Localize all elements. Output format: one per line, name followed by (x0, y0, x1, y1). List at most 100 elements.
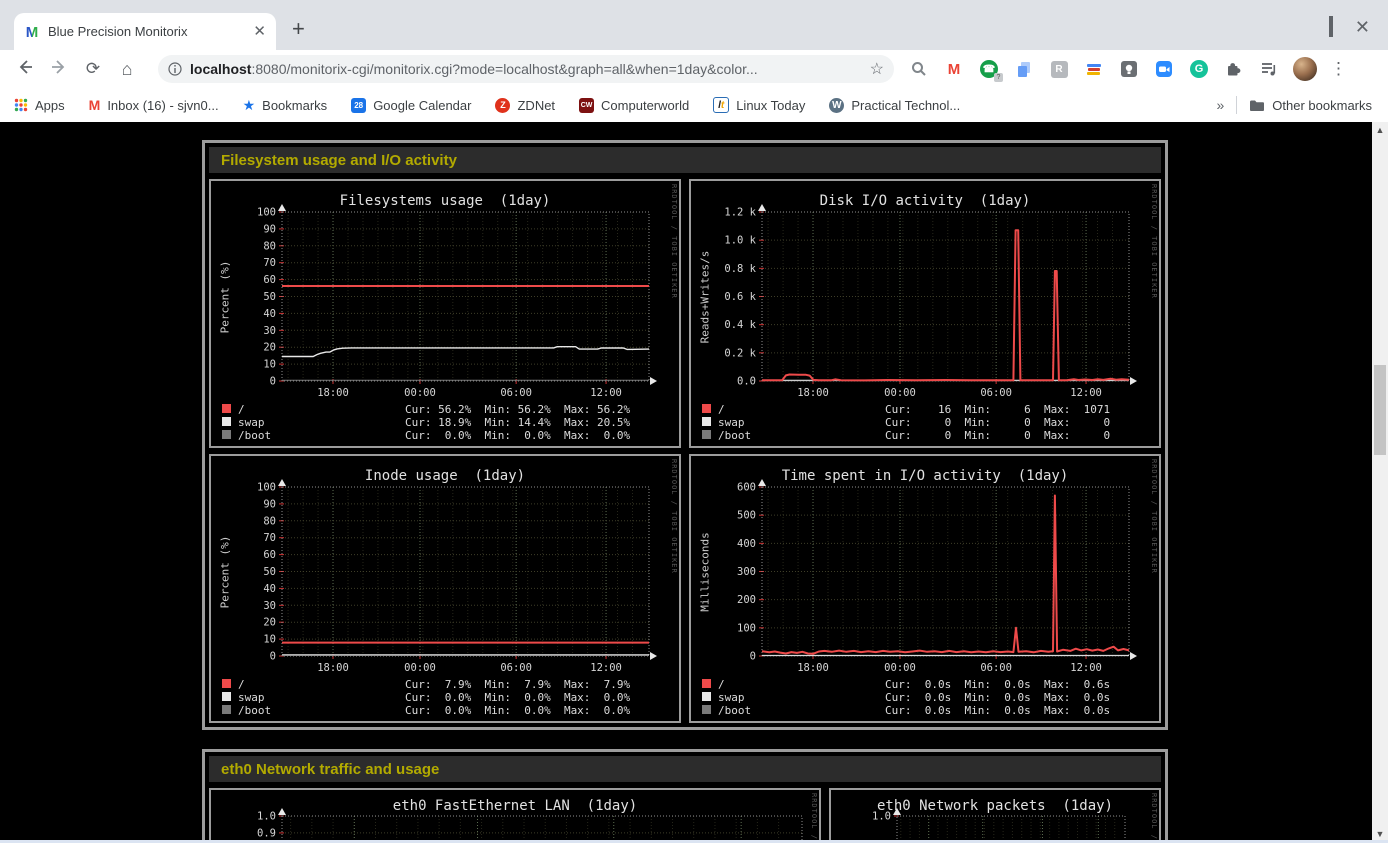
svg-text:300: 300 (737, 566, 756, 578)
r-extension-icon[interactable]: R (1048, 58, 1070, 80)
legend-stats: Cur: 56.2% Min: 56.2% Max: 56.2% (405, 403, 630, 416)
bookmark-inbox[interactable]: M Inbox (16) - sjvn0... (89, 97, 219, 113)
address-bar[interactable]: localhost:8080/monitorix-cgi/monitorix.c… (158, 55, 894, 83)
playlist-extension-icon[interactable] (1258, 58, 1280, 80)
tab-close-icon[interactable]: ✕ (253, 24, 266, 39)
lamp-extension-icon[interactable] (1118, 58, 1140, 80)
legend-swatch (222, 417, 231, 426)
svg-text:400: 400 (737, 538, 756, 550)
legend-stats: Cur: 0 Min: 0 Max: 0 (885, 429, 1110, 442)
svg-text:18:00: 18:00 (317, 387, 349, 399)
svg-text:06:00: 06:00 (980, 662, 1012, 674)
wordpress-icon: W (829, 98, 844, 113)
chart-title: eth0 FastEthernet LAN (1day) (211, 798, 819, 814)
chart-title: Disk I/O activity (1day) (691, 193, 1159, 209)
svg-text:0.8 k: 0.8 k (724, 263, 756, 275)
books-extension-icon[interactable] (1083, 58, 1105, 80)
bookmark-practical-technology[interactable]: W Practical Technol... (829, 98, 960, 113)
puzzle-extensions-icon[interactable] (1223, 58, 1245, 80)
legend-swatch (222, 679, 231, 688)
legend-label: swap (718, 416, 745, 429)
svg-text:00:00: 00:00 (404, 387, 436, 399)
chart-title: Inode usage (1day) (211, 468, 679, 484)
page-scrollbar[interactable]: ▲ ▼ (1372, 122, 1388, 843)
bookmark-bookmarks[interactable]: ★ Bookmarks (243, 97, 328, 114)
section-filesystem: Filesystem usage and I/O activity 18:00 0… (202, 140, 1168, 730)
legend-swatch (222, 705, 231, 714)
svg-text:18:00: 18:00 (317, 662, 349, 674)
svg-text:50: 50 (263, 291, 276, 303)
scroll-up-icon[interactable]: ▲ (1372, 125, 1388, 135)
copy-pages-extension-icon[interactable] (1013, 58, 1035, 80)
extensions-area: M ☎ ? R G ⋮ (908, 57, 1347, 81)
apps-grid-icon (14, 98, 28, 112)
legend-stats: Cur: 0.0s Min: 0.0s Max: 0.0s (885, 704, 1110, 717)
svg-text:70: 70 (263, 257, 276, 269)
bookmark-apps[interactable]: Apps (14, 98, 65, 113)
chart-y-axis-label: Percent (%) (219, 535, 232, 608)
new-tab-button[interactable]: + (292, 18, 305, 40)
svg-text:60: 60 (263, 274, 276, 286)
bookmark-google-calendar[interactable]: 28 Google Calendar (351, 98, 471, 113)
other-bookmarks[interactable]: Other bookmarks (1249, 98, 1372, 113)
bookmark-star-icon[interactable]: ☆ (870, 59, 884, 79)
legend-row: /Cur: 7.9% Min: 7.9% Max: 7.9% (211, 678, 679, 690)
browser-tab[interactable]: M Blue Precision Monitorix ✕ (14, 13, 276, 50)
svg-text:0: 0 (750, 651, 756, 663)
legend-row: /bootCur: 0.0s Min: 0.0s Max: 0.0s (691, 704, 1159, 716)
legend-stats: Cur: 0.0% Min: 0.0% Max: 0.0% (405, 691, 630, 704)
svg-text:0.2 k: 0.2 k (724, 347, 756, 359)
scroll-down-icon[interactable]: ▼ (1372, 829, 1388, 839)
bookmarks-overflow-chevron[interactable]: » (1217, 97, 1225, 113)
page-info-icon[interactable] (168, 62, 182, 76)
back-icon[interactable] (8, 58, 42, 81)
grammarly-extension-icon[interactable]: G (1188, 58, 1210, 80)
section-header: eth0 Network traffic and usage (209, 756, 1161, 782)
forward-icon[interactable] (42, 58, 76, 81)
svg-text:500: 500 (737, 510, 756, 522)
phone-extension-icon[interactable]: ☎ ? (978, 58, 1000, 80)
legend-swatch (222, 404, 231, 413)
section-title: eth0 Network traffic and usage (221, 761, 439, 778)
section-title: Filesystem usage and I/O activity (221, 152, 457, 169)
svg-text:50: 50 (263, 566, 276, 578)
svg-text:12:00: 12:00 (1070, 387, 1102, 399)
legend-swatch (702, 692, 711, 701)
legend-row: /bootCur: 0.0% Min: 0.0% Max: 0.0% (211, 429, 679, 441)
legend-swatch (702, 404, 711, 413)
legend-row: swapCur: 18.9% Min: 14.4% Max: 20.5% (211, 416, 679, 428)
home-icon[interactable]: ⌂ (110, 59, 144, 80)
legend-label: /boot (238, 429, 271, 442)
svg-text:0: 0 (270, 376, 276, 388)
chart-inode-usage: 18:0000:0006:0012:0001020304050607080901… (209, 454, 681, 723)
chrome-menu-icon[interactable]: ⋮ (1330, 59, 1347, 79)
chart-y-axis-label: Milliseconds (699, 532, 712, 611)
rrdtool-credit: RRDTOOL / TOBI OETIKER (1150, 184, 1158, 299)
search-extension-icon[interactable] (908, 58, 930, 80)
rrdtool-credit: RRDTOOL / TOBI OETIKER (670, 459, 678, 574)
bookmark-zdnet[interactable]: Z ZDNet (495, 98, 555, 113)
chart-title: Filesystems usage (1day) (211, 193, 679, 209)
bookmark-linux-today[interactable]: lt Linux Today (713, 97, 805, 113)
chart-y-axis-label: Reads+Writes/s (699, 250, 712, 343)
tab-title: Blue Precision Monitorix (48, 24, 247, 39)
svg-text:10: 10 (263, 359, 276, 371)
svg-text:100: 100 (737, 622, 756, 634)
svg-text:90: 90 (263, 498, 276, 510)
legend-row: /Cur: 56.2% Min: 56.2% Max: 56.2% (211, 403, 679, 415)
reload-icon[interactable]: ⟳ (76, 59, 110, 79)
svg-text:06:00: 06:00 (500, 387, 532, 399)
gmail-extension-icon[interactable]: M (943, 58, 965, 80)
video-camera-extension-icon[interactable] (1153, 58, 1175, 80)
url-text[interactable]: localhost:8080/monitorix-cgi/monitorix.c… (190, 61, 870, 77)
svg-text:30: 30 (263, 325, 276, 337)
svg-text:0: 0 (270, 651, 276, 663)
rrdtool-credit: RRDTOOL / TOBI OETIKER (670, 184, 678, 299)
profile-avatar[interactable] (1293, 57, 1317, 81)
close-button[interactable]: ✕ (1355, 20, 1370, 34)
maximize-button[interactable] (1329, 18, 1333, 36)
legend-row: swapCur: 0 Min: 0 Max: 0 (691, 416, 1159, 428)
bookmark-computerworld[interactable]: CW Computerworld (579, 98, 689, 113)
svg-text:00:00: 00:00 (404, 662, 436, 674)
scrollbar-thumb[interactable] (1374, 365, 1386, 455)
